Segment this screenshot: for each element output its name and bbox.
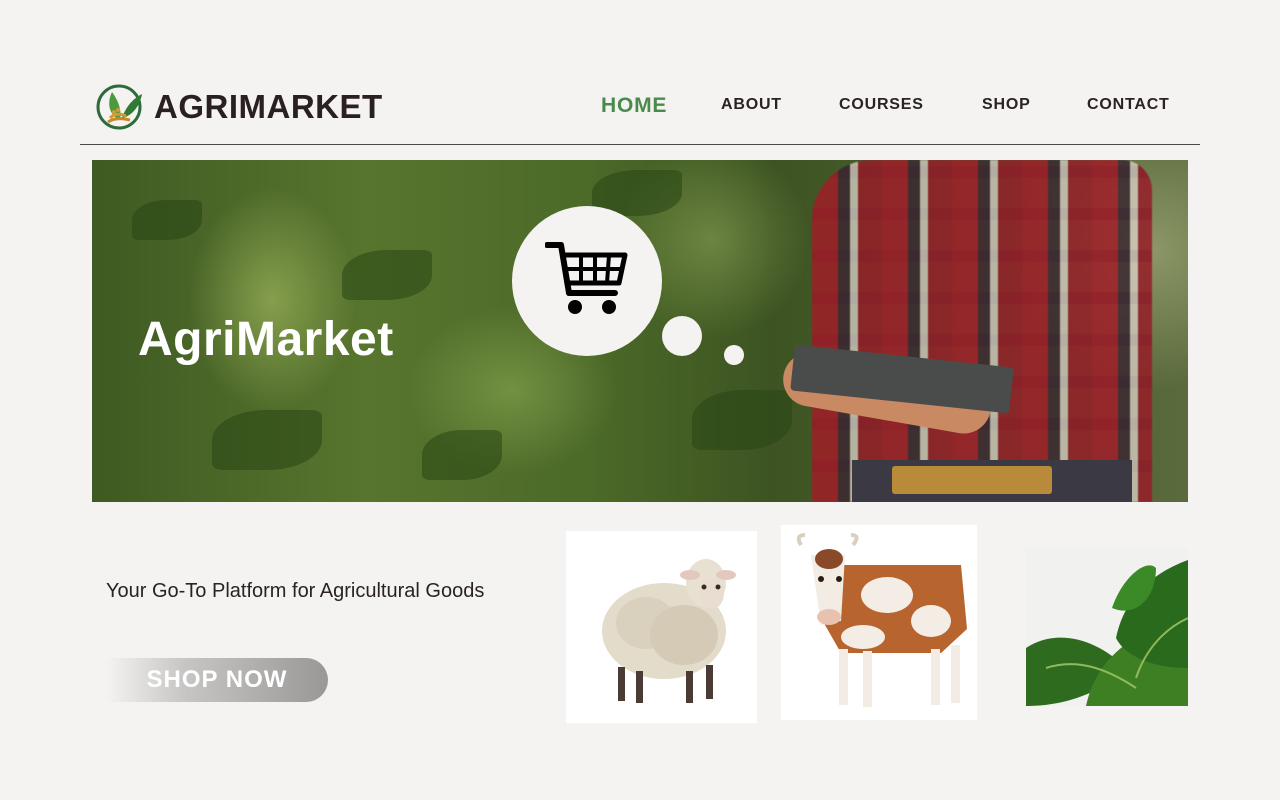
leaf-wheat-logo-icon[interactable]	[96, 80, 144, 132]
shopping-cart-icon	[544, 239, 629, 324]
site-header: AGRIMARKET HOME ABOUT COURSES SHOP CONTA…	[0, 0, 1280, 146]
spinach-icon	[1026, 548, 1188, 706]
sheep-icon	[602, 559, 736, 703]
cow-icon	[796, 533, 967, 707]
brand-name[interactable]: AGRIMARKET	[154, 88, 383, 126]
foliage-shape	[422, 430, 502, 480]
decorative-bubble	[662, 316, 702, 356]
hero-title: AgriMarket	[138, 313, 394, 366]
tagline: Your Go-To Platform for Agricultural Goo…	[106, 580, 485, 602]
product-card-sheep[interactable]	[566, 531, 757, 723]
product-card-spinach[interactable]	[1026, 548, 1188, 706]
shop-now-button[interactable]: SHOP NOW	[106, 658, 328, 702]
nav-courses[interactable]: COURSES	[839, 96, 924, 114]
header-divider	[80, 144, 1200, 145]
product-card-cow[interactable]	[781, 525, 977, 720]
foliage-shape	[692, 390, 792, 450]
belt-buckle	[892, 466, 1052, 494]
foliage-shape	[212, 410, 322, 470]
foliage-shape	[342, 250, 432, 300]
farmer-shirt	[812, 160, 1152, 502]
decorative-bubble	[724, 345, 744, 365]
nav-about[interactable]: ABOUT	[721, 96, 782, 114]
nav-contact[interactable]: CONTACT	[1087, 96, 1170, 114]
hero-banner: AgriMarket	[92, 160, 1188, 502]
nav-shop[interactable]: SHOP	[982, 96, 1031, 114]
nav-home[interactable]: HOME	[601, 94, 667, 118]
cart-bubble[interactable]	[512, 206, 662, 356]
foliage-shape	[132, 200, 202, 240]
